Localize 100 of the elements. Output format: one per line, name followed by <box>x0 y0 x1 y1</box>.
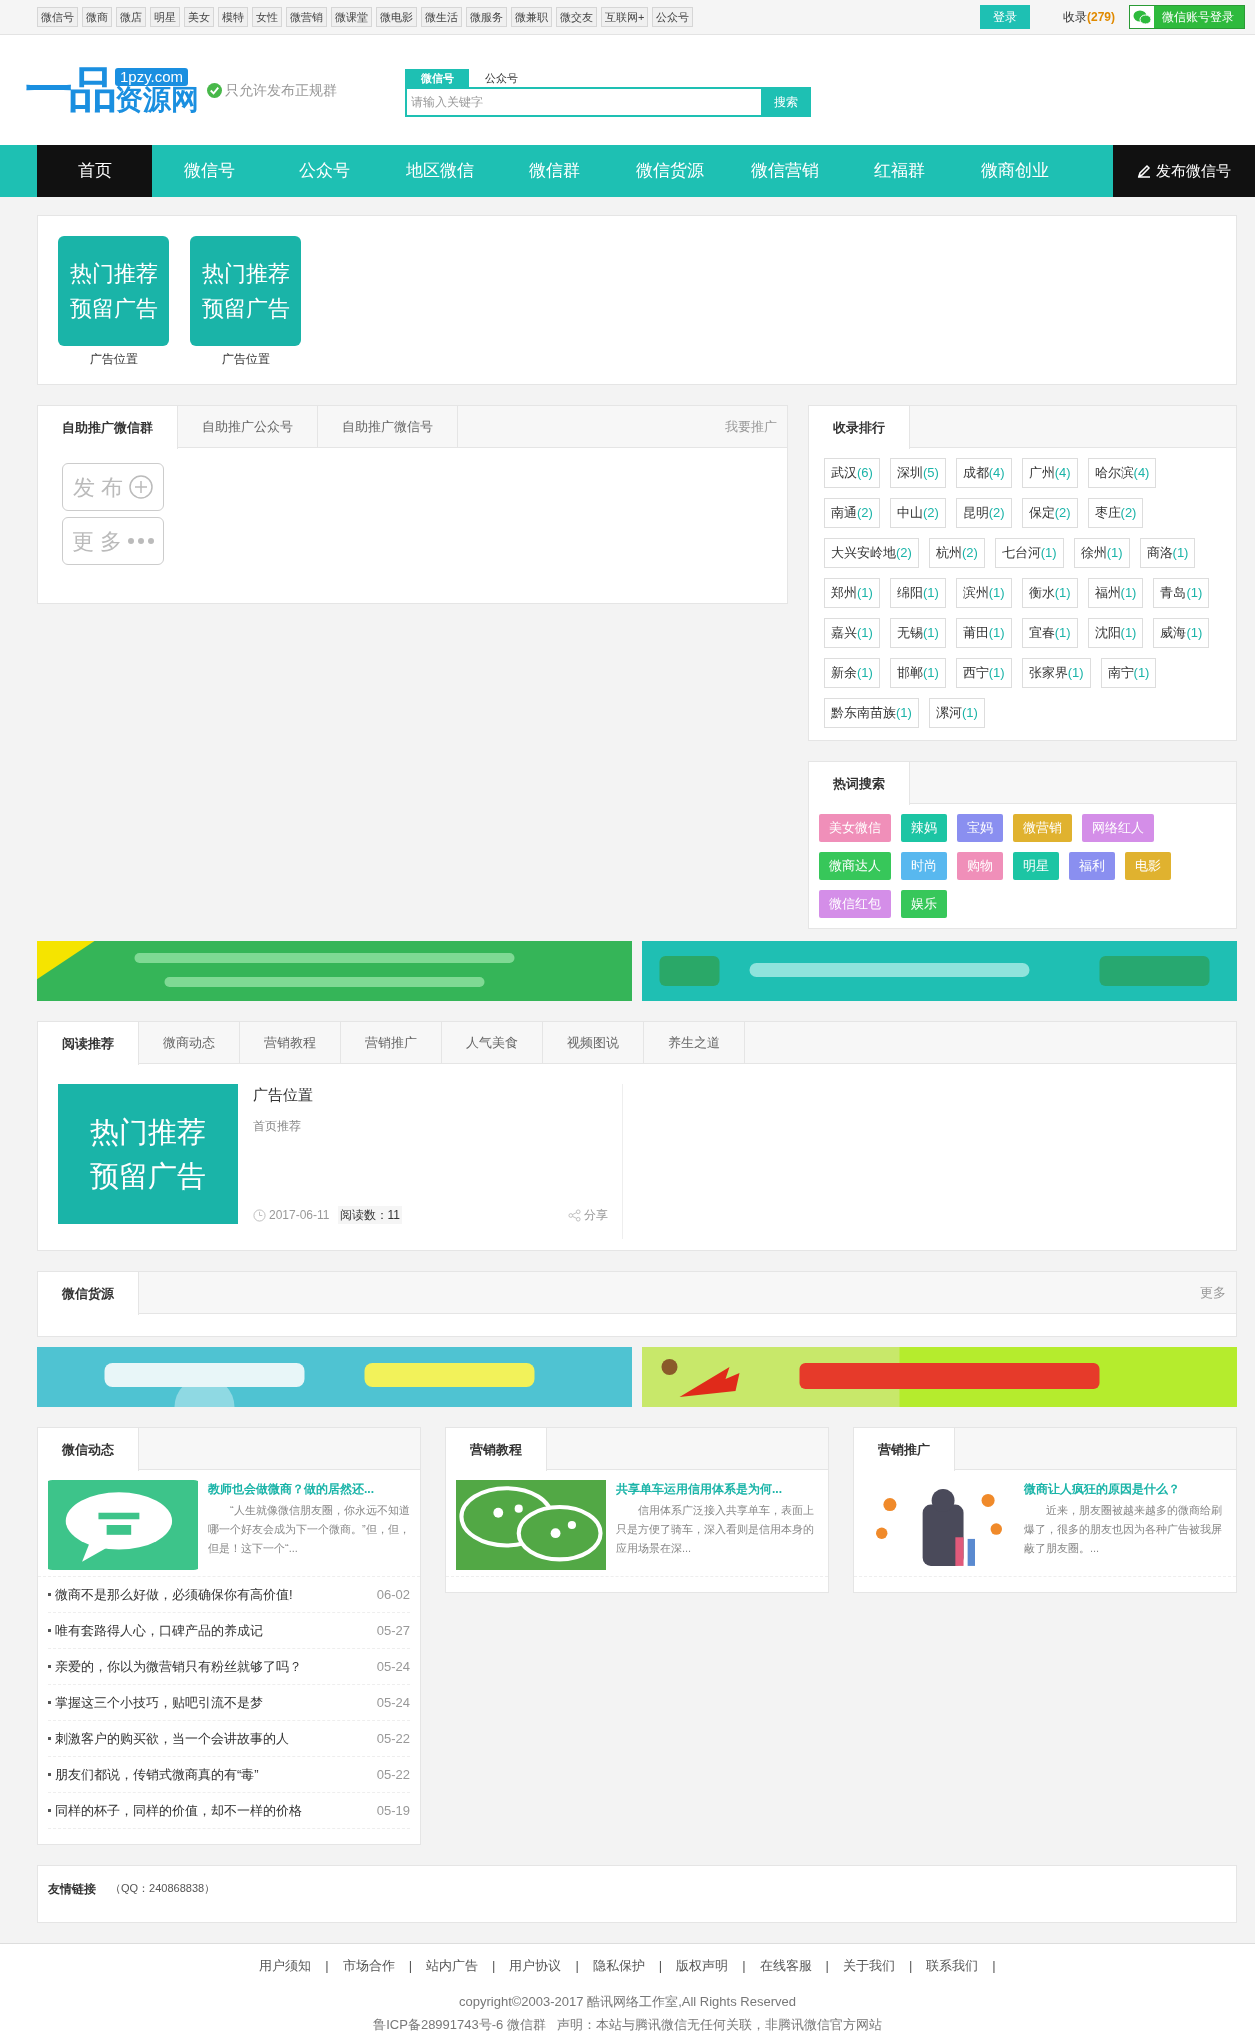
city-tag[interactable]: 张家界(1) <box>1021 658 1091 688</box>
footer-link[interactable]: 版权声明 <box>676 1956 729 1976</box>
bullet-icon <box>48 1809 51 1812</box>
city-tag[interactable]: 徐州(1) <box>1073 538 1130 568</box>
news-link[interactable]: 朋友们都说，传销式微商真的有“毒” <box>55 1764 259 1785</box>
topbar-link[interactable]: 微营销 <box>286 7 327 27</box>
article-summary: 近来，朋友圈被越来越多的微商给刷爆了，很多的朋友也因为各种广告被我屏蔽了朋友圈。... <box>1024 1503 1223 1556</box>
city-tag[interactable]: 深圳(5) <box>889 458 946 488</box>
topbar-link[interactable]: 公众号 <box>652 7 694 27</box>
panel-tab[interactable]: 营销推广 <box>854 1428 955 1471</box>
topbar-link[interactable]: 微商 <box>82 7 112 27</box>
city-tag[interactable]: 昆明(2) <box>955 498 1012 528</box>
city-tag[interactable]: 滨州(1) <box>955 578 1012 608</box>
city-tag[interactable]: 杭州(2) <box>928 538 985 568</box>
news-link[interactable]: 亲爱的，你以为微营销只有粉丝就够了吗？ <box>55 1656 302 1677</box>
panel-tab[interactable]: 营销教程 <box>446 1428 547 1471</box>
panel-tab[interactable]: 微信动态 <box>38 1428 139 1471</box>
panel-tab[interactable]: 微信货源 <box>38 1272 139 1315</box>
copyright: copyright©2003-2017 酷讯网络工作室,All Rights Reserved <box>459 1992 796 2011</box>
plus-circle-icon <box>129 475 154 499</box>
topbar-link[interactable]: 明星 <box>150 7 180 27</box>
city-tag[interactable]: 中山(2) <box>889 498 946 528</box>
footer-link[interactable]: 在线客服 <box>759 1956 812 1976</box>
city-tag[interactable]: 沈阳(1) <box>1087 618 1144 648</box>
collection-count: 收录(279) <box>1063 9 1115 26</box>
city-tag[interactable]: 新余(1) <box>824 658 880 688</box>
panel-tab[interactable]: 热词搜索 <box>809 762 910 805</box>
article-summary: 信用体系广泛接入共享单车，表面上只是方便了骑车，深入看则是信用本身的应用场景在深... <box>616 1503 815 1556</box>
footer-link[interactable]: 隐私保护 <box>592 1956 645 1976</box>
city-tag[interactable]: 西宁(1) <box>955 658 1012 688</box>
city-tag[interactable]: 七台河(1) <box>994 538 1064 568</box>
topbar-link[interactable]: 微兼职 <box>511 7 552 27</box>
news-link[interactable]: 唯有套路得人心，口碑产品的养成记 <box>55 1620 263 1641</box>
city-tag[interactable]: 衡水(1) <box>1021 578 1078 608</box>
city-tag[interactable]: 保定(2) <box>1021 498 1078 528</box>
city-tag[interactable]: 福州(1) <box>1087 578 1144 608</box>
news-date: 06-02 <box>376 1585 410 1604</box>
city-tag[interactable]: 邯郸(1) <box>889 658 946 688</box>
topbar-link[interactable]: 微信号 <box>37 7 78 27</box>
news-date: 05-22 <box>376 1729 410 1748</box>
city-tag[interactable]: 成都(4) <box>955 458 1012 488</box>
topbar-link[interactable]: 女性 <box>252 7 282 27</box>
topbar-link[interactable]: 互联网+ <box>601 7 649 27</box>
panel-tab[interactable]: 收录排行 <box>809 406 910 449</box>
panel-tab[interactable]: 阅读推荐 <box>38 1022 139 1065</box>
topbar-link[interactable]: 美女 <box>184 7 214 27</box>
city-tag[interactable]: 广州(4) <box>1021 458 1078 488</box>
panel-tab[interactable]: 自助推广微信群 <box>38 406 178 449</box>
topbar-link[interactable]: 微服务 <box>466 7 507 27</box>
city-tag[interactable]: 绵阳(1) <box>889 578 946 608</box>
city-tag[interactable]: 威海(1) <box>1153 618 1210 648</box>
news-date: 05-22 <box>376 1765 410 1784</box>
qq-contact: （QQ：240868838） <box>110 1881 216 1896</box>
search-tab[interactable]: 公众号 <box>469 69 533 87</box>
topbar-link[interactable]: 微生活 <box>421 7 462 27</box>
city-tag[interactable]: 莆田(1) <box>955 618 1012 648</box>
topbar-link[interactable]: 微课堂 <box>331 7 372 27</box>
separator: | <box>492 1957 496 1975</box>
city-tag[interactable]: 哈尔滨(4) <box>1087 458 1157 488</box>
topbar-link[interactable]: 微电影 <box>376 7 417 27</box>
city-tag[interactable]: 大兴安岭地(2) <box>824 538 919 568</box>
city-tag[interactable]: 黔东南苗族(1) <box>824 698 919 728</box>
footer-link[interactable]: 市场合作 <box>342 1956 395 1976</box>
news-link[interactable]: 微商不是那么好做，必须确保你有高价值! <box>55 1584 293 1605</box>
city-tag[interactable]: 青岛(1) <box>1153 578 1210 608</box>
nav-link[interactable]: 首页 <box>37 145 152 197</box>
separator: | <box>908 1957 913 1975</box>
news-link[interactable]: 刺激客户的购买欲，当一个会讲故事的人 <box>55 1728 289 1749</box>
footer-link[interactable]: 关于我们 <box>842 1956 895 1976</box>
topbar-link[interactable]: 微店 <box>116 7 146 27</box>
footer-link[interactable]: 站内广告 <box>426 1956 478 1976</box>
topbar-link[interactable]: 微交友 <box>556 7 597 27</box>
bullet-icon <box>48 1593 51 1596</box>
footer-link[interactable]: 用户须知 <box>259 1956 312 1976</box>
news-date: 05-27 <box>376 1621 410 1640</box>
separator: | <box>408 1957 412 1975</box>
read-count: 阅读数：11 <box>337 1206 402 1224</box>
article-title[interactable]: 广告位置 <box>253 1084 608 1107</box>
city-tag[interactable]: 商洛(1) <box>1139 538 1196 568</box>
footer-link[interactable]: 用户协议 <box>509 1956 562 1976</box>
city-tag[interactable]: 枣庄(2) <box>1087 498 1144 528</box>
city-tag[interactable]: 武汉(6) <box>824 458 880 488</box>
news-link[interactable]: 同样的杯子，同样的价值，却不一样的价格 <box>55 1800 302 1821</box>
publish-button[interactable]: 发布微信号 <box>1113 145 1255 197</box>
news-date: 05-24 <box>376 1657 410 1676</box>
pencil-icon <box>1137 164 1151 178</box>
city-tag[interactable]: 无锡(1) <box>889 618 946 648</box>
article-date: 2017-06-11 <box>269 1207 330 1224</box>
topbar-link[interactable]: 模特 <box>218 7 248 27</box>
city-tag[interactable]: 南宁(1) <box>1100 658 1157 688</box>
city-tag[interactable]: 宜春(1) <box>1021 618 1078 648</box>
city-tag[interactable]: 嘉兴(1) <box>824 618 880 648</box>
news-link[interactable]: 掌握这三个小技巧，贴吧引流不是梦 <box>55 1692 263 1713</box>
bullet-icon <box>48 1701 51 1704</box>
city-tag[interactable]: 南通(2) <box>824 498 880 528</box>
ad-caption: 广告位置 <box>89 351 138 368</box>
footer-link[interactable]: 联系我们 <box>926 1956 979 1976</box>
search-field[interactable]: 请输入关键字 <box>405 87 761 117</box>
city-tag[interactable]: 郑州(1) <box>824 578 880 608</box>
city-tag[interactable]: 漯河(1) <box>928 698 985 728</box>
